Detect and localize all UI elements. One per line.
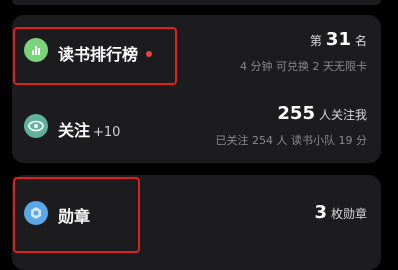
follow-title-suffix: +10 (93, 125, 121, 140)
badge-count-suffix: 枚勋章 (330, 207, 367, 221)
badge-row[interactable]: 勋章 3 枚勋章 (12, 175, 381, 250)
stats-card: 读书排行榜 第 31 名 4 分钟 可兑换 2 天无限卡 关注 +10 255 人关注我… (12, 15, 381, 163)
followers-display: 255 人关注我 (277, 103, 367, 124)
rank-suffix: 名 (354, 34, 367, 48)
followers-suffix: 人关注我 (318, 108, 367, 122)
leaderboard-subtext: 4 分钟 可兑换 2 天无限卡 (240, 60, 367, 73)
badge-title: 勋章 (58, 207, 91, 226)
rank-prefix: 第 (309, 34, 322, 48)
follow-title: 关注 (58, 121, 91, 140)
badge-count-display: 3 枚勋章 (314, 202, 367, 223)
badge-card: 勋章 3 枚勋章 (12, 175, 381, 270)
followers-value: 255 (277, 103, 315, 124)
top-card-edge (12, 0, 381, 5)
leaderboard-title-wrap: 读书排行榜 (58, 41, 153, 65)
rank-value: 31 (325, 29, 351, 50)
notification-dot (146, 51, 153, 57)
badge-count-value: 3 (314, 202, 327, 223)
medal-icon (24, 201, 48, 225)
leaderboard-title: 读书排行榜 (58, 45, 139, 64)
eye-icon (24, 114, 48, 138)
follow-subtext: 已关注 254 人 读书小队 19 分 (215, 134, 367, 147)
follow-row[interactable]: 关注 +10 255 人关注我 已关注 254 人 读书小队 19 分 (12, 89, 381, 163)
follow-title-wrap: 关注 +10 (58, 117, 120, 141)
leaderboard-row[interactable]: 读书排行榜 第 31 名 4 分钟 可兑换 2 天无限卡 (12, 15, 381, 89)
bar-chart-icon (24, 38, 48, 62)
rank-display: 第 31 名 (310, 29, 367, 50)
